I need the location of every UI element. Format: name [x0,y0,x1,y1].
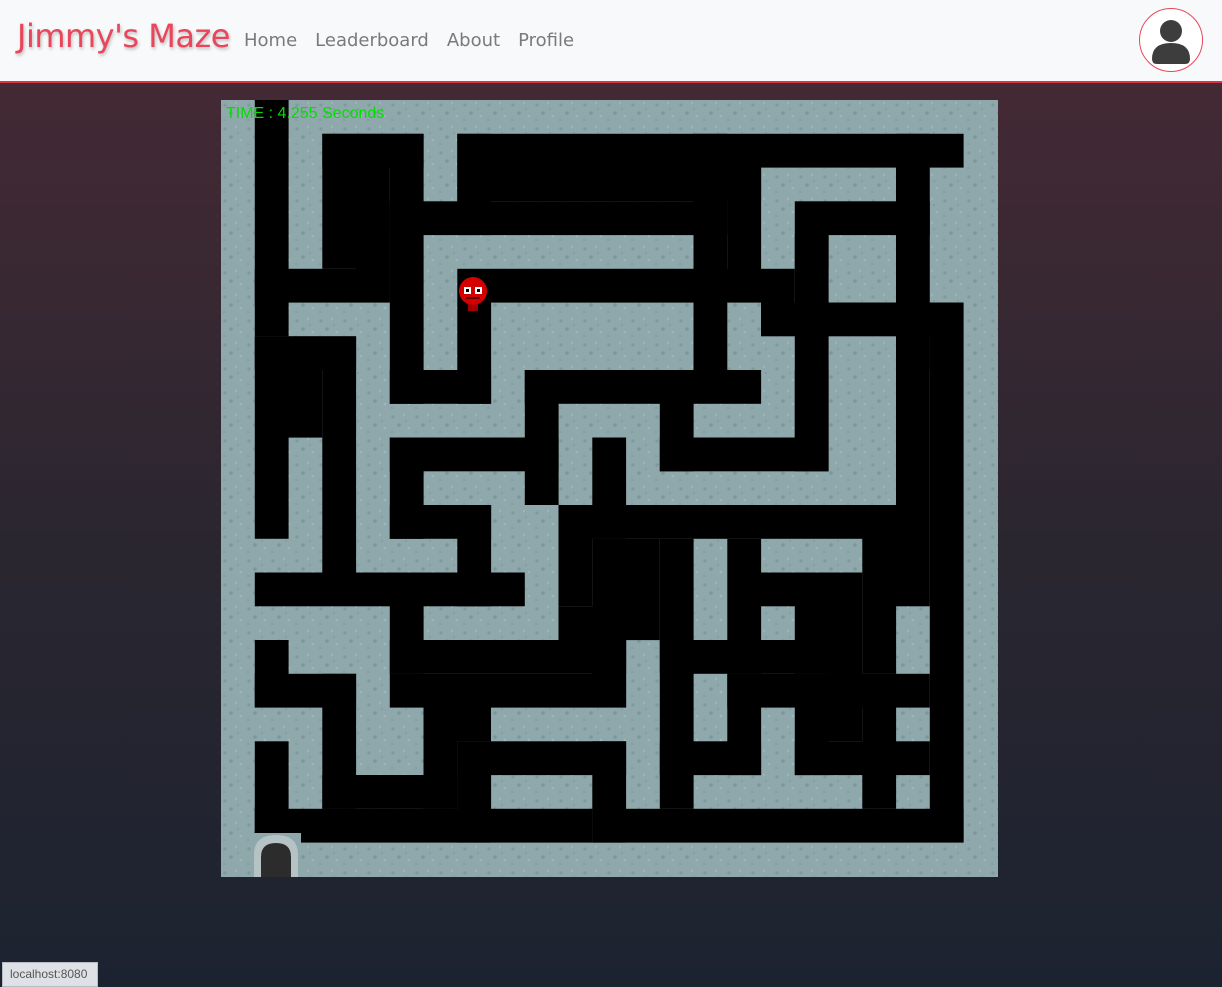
maze-wall-segment [288,336,323,438]
timer-display: TIME : 4.255 Seconds [226,105,385,122]
user-avatar-icon [1152,20,1190,64]
maze-wall-segment [558,505,896,539]
maze-wall-segment [457,167,762,202]
profile-avatar-button[interactable] [1139,8,1203,72]
maze-wall-segment [254,336,289,539]
maze-wall-segment [794,370,829,472]
maze-exit-door [252,833,301,877]
browser-status-url: localhost:8080 [2,962,98,987]
nav-home[interactable]: Home [244,30,297,51]
nav-about[interactable]: About [447,30,500,51]
navbar: Jimmy's Maze Home Leaderboard About Prof… [0,0,1222,83]
maze-wall-segment [558,505,593,607]
maze-wall-segment [322,336,357,573]
maze-board [221,100,998,877]
maze-wall-segment [592,808,964,843]
maze-wall-segment [389,201,728,236]
maze-wall-segment [794,201,829,269]
maze-wall-segment [491,268,795,303]
maze-wall-segment [558,606,626,641]
maze-wall-segment [626,538,660,641]
maze-wall-segment [254,808,593,843]
maze-wall-segment [862,673,897,809]
nav-profile[interactable]: Profile [518,30,574,51]
maze-wall-segment [929,302,964,843]
maze-wall-segment [524,370,762,404]
nav-links: Home Leaderboard About Profile [244,30,592,51]
maze-wall-segment [896,336,930,607]
maze-wall-segment [356,235,390,303]
maze-wall-segment [389,640,627,674]
maze-wall-segment [389,673,627,708]
maze-wall-segment [423,572,525,607]
maze-canvas[interactable]: TIME : 4.255 Seconds [221,100,998,877]
maze-wall-segment [457,741,492,843]
maze-wall-segment [862,505,897,674]
brand-logo[interactable]: Jimmy's Maze [17,17,230,55]
maze-wall-segment [457,133,964,168]
maze-wall-segment [659,640,829,674]
maze-wall-segment [423,707,491,742]
maze-wall-segment [828,201,930,236]
maze-wall-segment [828,572,863,742]
nav-leaderboard[interactable]: Leaderboard [315,30,429,51]
